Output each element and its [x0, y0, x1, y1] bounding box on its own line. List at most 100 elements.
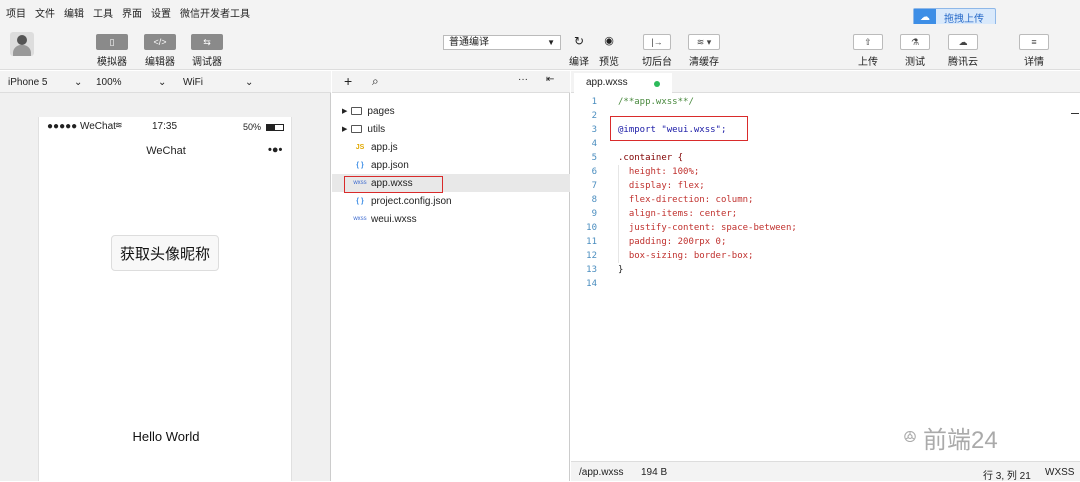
test-button[interactable]: ⚗ 测试	[898, 34, 932, 68]
scroll-marker	[1071, 113, 1079, 114]
zoom-value: 100%	[96, 77, 122, 88]
menu-file[interactable]: 文件	[35, 5, 55, 20]
capsule-dots-icon[interactable]: •●•	[268, 144, 282, 156]
add-icon[interactable]: +	[344, 73, 352, 89]
caret-right-icon: ▶	[342, 126, 348, 133]
phone-screen: ●●●●● WeChat ≋ 17:35 50% WeChat •●• 获取头像…	[38, 117, 292, 481]
test-label: 测试	[905, 57, 925, 68]
status-time: 17:35	[152, 121, 178, 132]
flask-icon: ⚗	[900, 34, 930, 50]
wechat-logo-icon: ꔮ	[903, 426, 918, 447]
details-label: 详情	[1024, 57, 1044, 68]
tree-file-app-js[interactable]: JS app.js	[332, 138, 570, 156]
search-icon[interactable]: ⌕	[372, 74, 379, 89]
cursor-position[interactable]: 行 3, 列 21	[983, 467, 1031, 482]
tree-folder-utils[interactable]: ▶ utils	[332, 120, 570, 138]
menu-tools[interactable]: 工具	[93, 5, 113, 20]
chevron-down-icon: ⌄	[245, 77, 254, 88]
get-userinfo-button[interactable]: 获取头像昵称	[111, 235, 219, 271]
editor-label: 编辑器	[145, 57, 175, 68]
background-button[interactable]: |→ 切后台	[639, 34, 675, 68]
tree-item-label: weui.wxss	[371, 213, 417, 225]
battery-icon	[266, 124, 284, 131]
clear-cache-label: 清缓存	[689, 57, 719, 68]
compile-label: 编译	[569, 57, 589, 68]
line-number: 8	[591, 195, 597, 205]
code-text: box-sizing: border-box;	[618, 251, 754, 261]
code-line: 12 box-sizing: border-box;	[571, 249, 1080, 263]
debug-icon: ⇆	[191, 34, 223, 50]
file-path: /app.wxss	[579, 467, 624, 478]
code-line: 1 /**app.wxss**/	[571, 95, 1080, 109]
chevron-down-icon: ⌄	[74, 77, 83, 88]
line-number: 7	[591, 181, 597, 191]
phone-icon: ▯	[96, 34, 128, 50]
line-number: 3	[591, 125, 597, 135]
language-mode[interactable]: WXSS	[1045, 467, 1074, 478]
switch-background-icon: |→	[643, 34, 671, 50]
network-select[interactable]: WiFi ⌄	[183, 77, 255, 88]
tree-file-weui-wxss[interactable]: wxss weui.wxss	[332, 210, 570, 228]
menu-view[interactable]: 界面	[122, 5, 142, 20]
details-button[interactable]: ≡ 详情	[1017, 34, 1051, 68]
debugger-toggle-button[interactable]: ⇆ 调试器	[191, 34, 223, 68]
device-select[interactable]: iPhone 5 ⌄	[8, 77, 86, 88]
battery-percent: 50%	[243, 122, 262, 132]
upload-button[interactable]: ⇧ 上传	[851, 34, 885, 68]
more-icon[interactable]: ···	[518, 74, 528, 85]
phone-status-bar: ●●●●● WeChat ≋ 17:35 50%	[39, 120, 293, 135]
menu-project[interactable]: 项目	[6, 5, 26, 20]
code-text: }	[618, 265, 624, 275]
tree-folder-pages[interactable]: ▶ pages	[332, 102, 570, 120]
editor-toggle-button[interactable]: </> 编辑器	[144, 34, 176, 68]
compile-mode-value: 普通编译	[449, 37, 489, 48]
code-line: 5 .container {	[571, 151, 1080, 165]
menu-edit[interactable]: 编辑	[64, 5, 84, 20]
code-line: 8 flex-direction: column;	[571, 193, 1080, 207]
json-file-icon: { }	[356, 161, 364, 169]
compile-mode-select[interactable]: 普通编译 ▼	[443, 35, 561, 50]
code-icon: </>	[144, 34, 176, 50]
line-number: 9	[591, 209, 597, 219]
file-size: 194 B	[641, 467, 668, 478]
watermark-text: 前端24	[923, 426, 998, 454]
tab-app-wxss[interactable]: app.wxss	[574, 73, 672, 93]
simulator-label: 模拟器	[97, 57, 127, 68]
code-line: 6 height: 100%;	[571, 165, 1080, 179]
preview-label: 预览	[599, 57, 619, 68]
menu-lines-icon: ≡	[1019, 34, 1049, 50]
tree-file-project-config[interactable]: { } project.config.json	[332, 192, 570, 210]
code-text: .container {	[618, 153, 684, 163]
nav-title: WeChat	[146, 145, 186, 157]
device-value: iPhone 5	[8, 77, 48, 88]
chevron-down-icon: ▼	[547, 38, 555, 47]
clear-cache-button[interactable]: ≋ ▾ 清缓存	[686, 34, 722, 68]
debugger-label: 调试器	[192, 57, 222, 68]
line-number: 13	[586, 265, 597, 275]
line-number: 10	[586, 223, 597, 233]
code-text: flex-direction: column;	[618, 195, 754, 205]
code-text: /**app.wxss**/	[618, 97, 694, 107]
compile-button[interactable]: ↻ 编译	[566, 34, 592, 68]
folder-icon	[351, 125, 363, 133]
code-editor[interactable]: 1/**app.wxss**/ 2 3 @import "weui.wxss"; …	[571, 93, 1080, 461]
file-tree: ▶ pages ▶ utils JS app.js { } app.json w…	[332, 93, 570, 481]
line-number: 6	[591, 167, 597, 177]
code-text: display: flex;	[618, 181, 705, 191]
preview-button[interactable]: ◉ 预览	[595, 34, 623, 68]
upload-label: 上传	[858, 57, 878, 68]
menu-settings[interactable]: 设置	[151, 5, 171, 20]
collapse-icon[interactable]: ⇤	[546, 74, 554, 85]
avatar[interactable]	[10, 32, 34, 56]
line-number: 11	[586, 237, 597, 247]
tree-file-app-json[interactable]: { } app.json	[332, 156, 570, 174]
cloud-outline-icon: ☁	[948, 34, 978, 50]
line-number: 5	[591, 153, 597, 163]
menu-wechat-devtools[interactable]: 微信开发者工具	[180, 5, 250, 20]
simulator-toggle-button[interactable]: ▯ 模拟器	[96, 34, 128, 68]
zoom-select[interactable]: 100% ⌄	[96, 77, 168, 88]
code-line: 13}	[571, 263, 1080, 277]
file-tree-toolbar: + ⌕ ··· ⇤	[332, 71, 570, 93]
tencent-cloud-button[interactable]: ☁ 腾讯云	[945, 34, 981, 68]
code-line: 7 display: flex;	[571, 179, 1080, 193]
